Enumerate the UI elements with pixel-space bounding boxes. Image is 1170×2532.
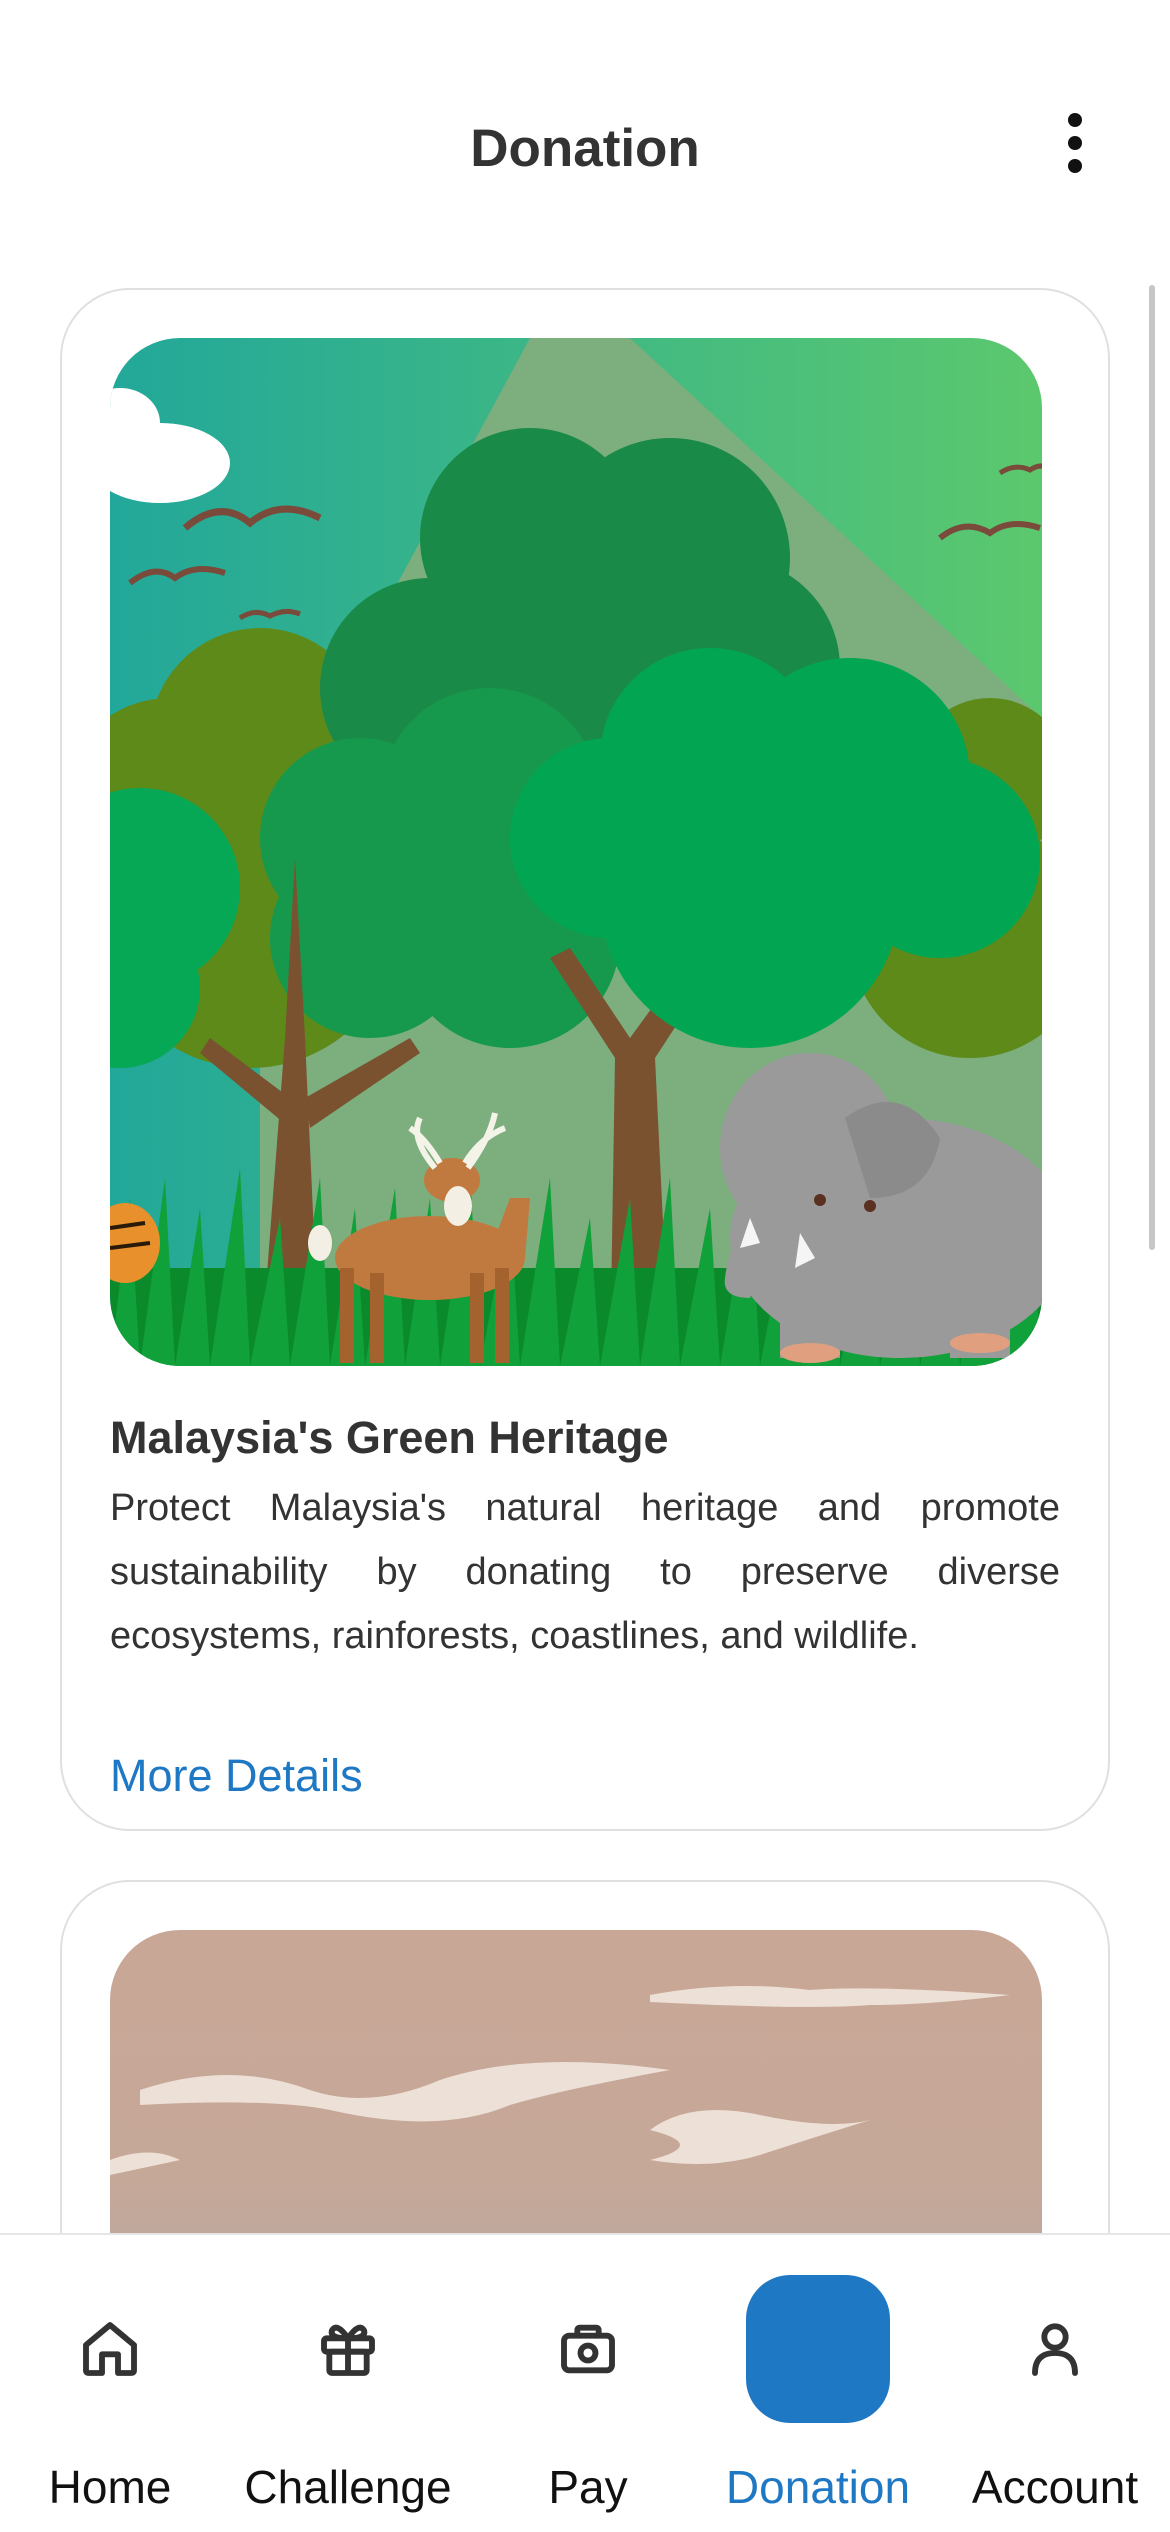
more-vertical-icon[interactable] xyxy=(1040,108,1110,178)
card-illustration xyxy=(110,1930,1042,2233)
nav-item-home[interactable]: Home xyxy=(10,2235,210,2532)
nav-item-account[interactable]: Account xyxy=(955,2235,1155,2532)
page-title: Donation xyxy=(470,119,700,178)
card-description: Protect Malaysia's natural heritage and … xyxy=(110,1487,1060,1657)
nav-label: Account xyxy=(971,2461,1139,2513)
card-illustration xyxy=(110,338,1042,1366)
donation-card[interactable] xyxy=(60,1880,1110,2233)
nav-item-challenge[interactable]: Challenge xyxy=(238,2235,458,2532)
gift-icon xyxy=(314,2315,382,2383)
donation-card[interactable]: Malaysia's Green Heritage Protect Malays… xyxy=(60,288,1110,1831)
nav-label: Donation xyxy=(725,2461,911,2513)
more-details-link[interactable]: More Details xyxy=(110,1750,363,1802)
nav-label: Pay xyxy=(548,2461,628,2513)
home-icon xyxy=(76,2315,144,2383)
nav-label: Home xyxy=(48,2461,172,2513)
user-icon xyxy=(1021,2315,1089,2383)
nav-item-donation[interactable]: Donation xyxy=(718,2235,918,2532)
camera-wallet-icon xyxy=(554,2315,622,2383)
nav-label: Challenge xyxy=(244,2461,452,2513)
top-app-bar: Donation xyxy=(0,0,1170,280)
nav-item-pay[interactable]: Pay xyxy=(488,2235,688,2532)
card-title: Malaysia's Green Heritage xyxy=(110,1412,669,1463)
rainforest-wildlife-illustration xyxy=(110,338,1042,1366)
beach-palm-illustration xyxy=(110,1930,1042,2233)
scrollbar[interactable] xyxy=(1149,285,1155,1250)
active-indicator xyxy=(746,2275,890,2423)
donation-list[interactable]: Malaysia's Green Heritage Protect Malays… xyxy=(0,280,1170,2233)
bottom-navigation: Home Challenge Pay Donation Account xyxy=(0,2233,1170,2532)
